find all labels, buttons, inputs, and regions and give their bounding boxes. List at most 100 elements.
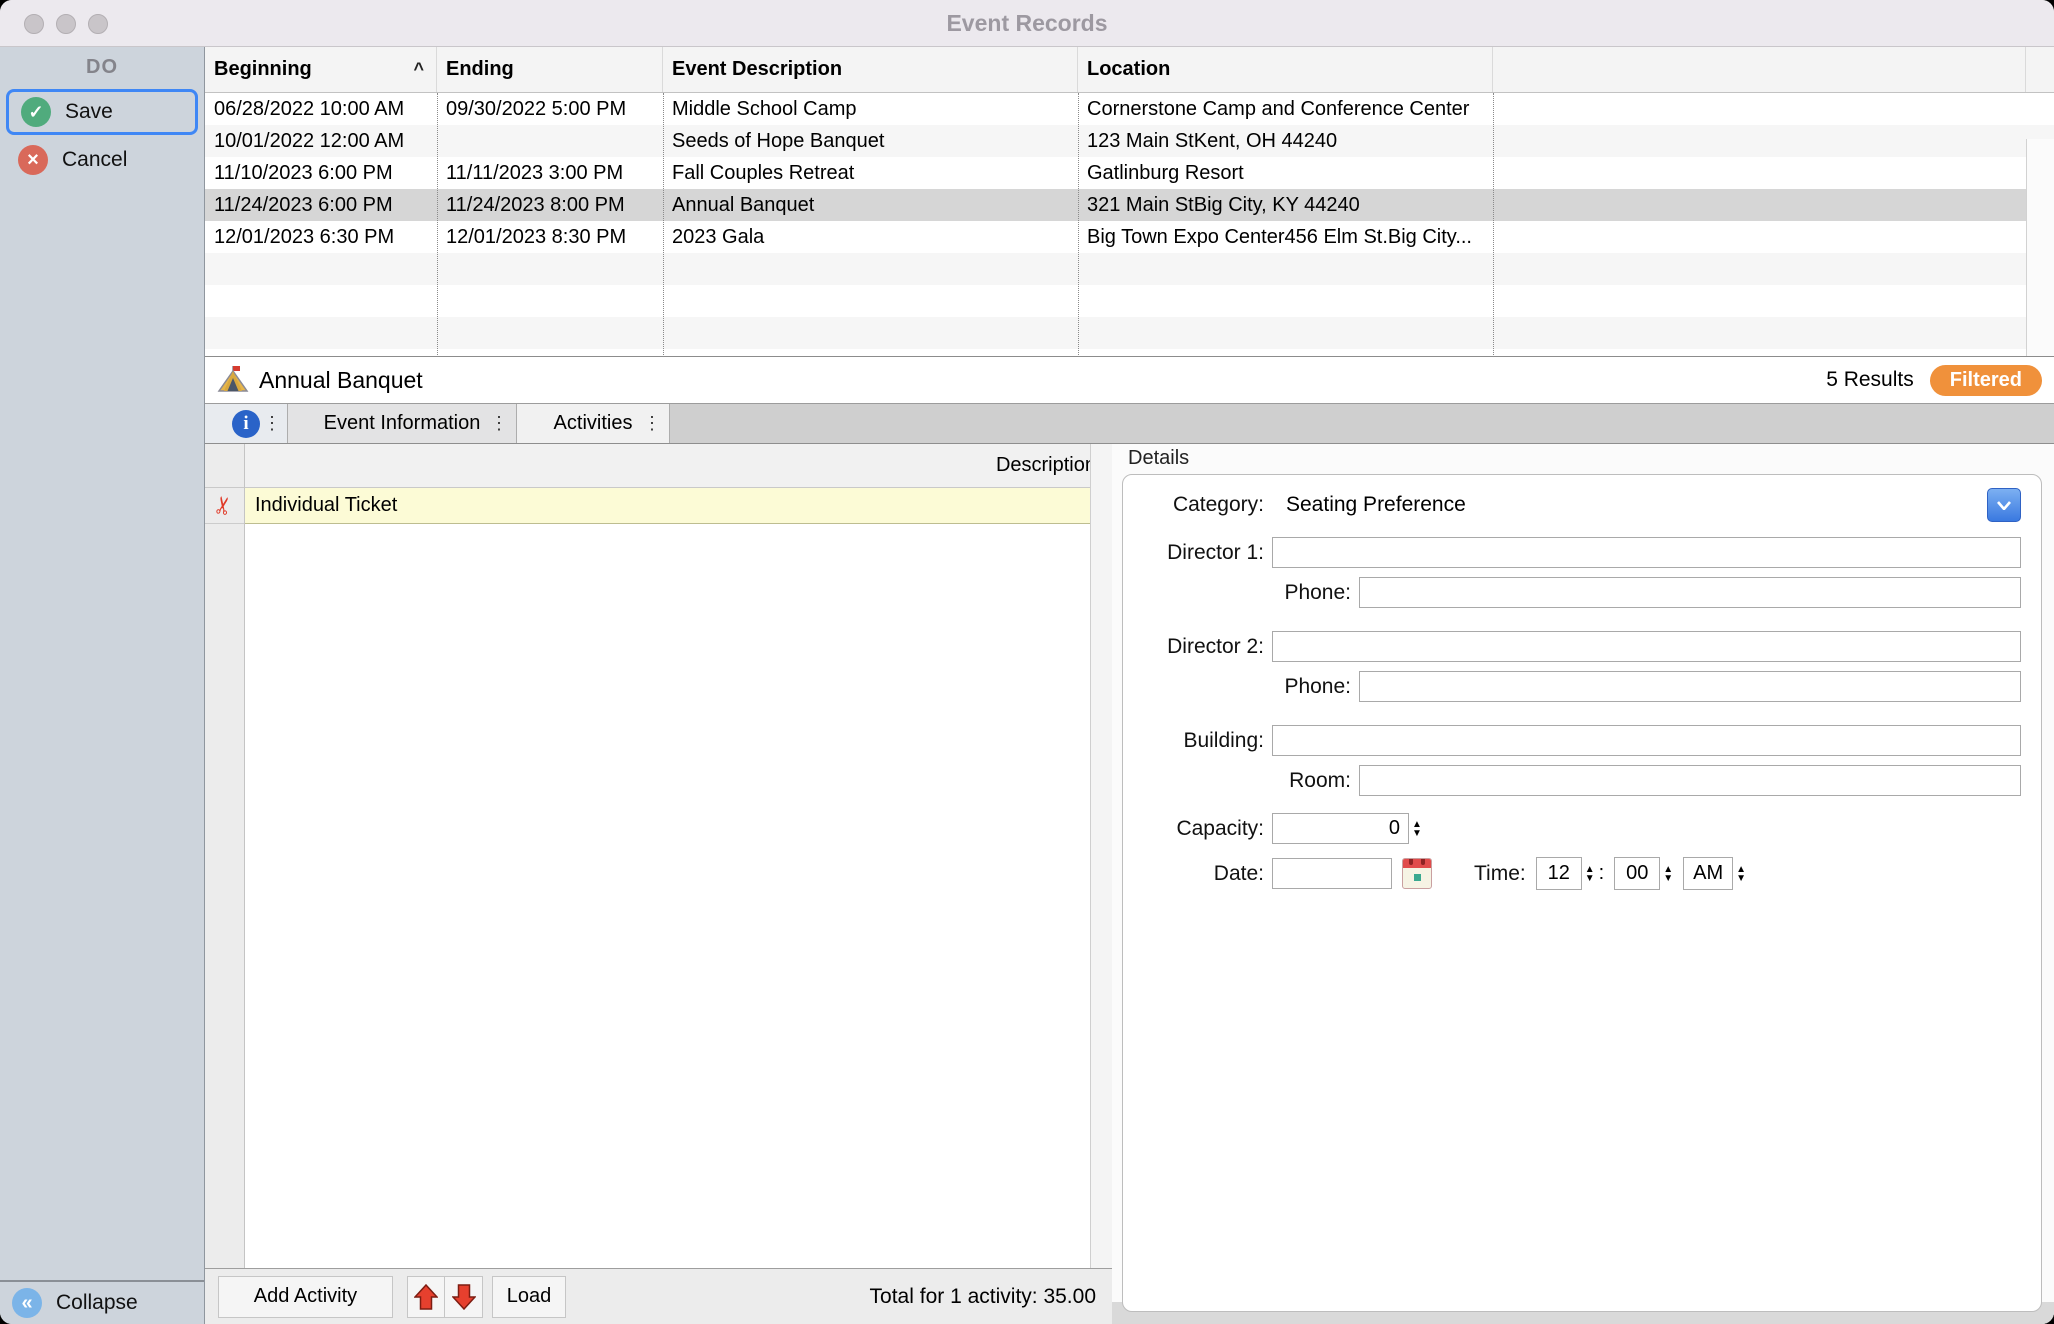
cancel-button-label: Cancel <box>62 148 127 172</box>
save-button-label: Save <box>65 100 113 124</box>
red-arrow-up-icon <box>414 1284 438 1310</box>
table-row[interactable]: 11/10/2023 6:00 PM 11/11/2023 3:00 PM Fa… <box>205 157 2054 189</box>
table-row-selected[interactable]: 11/24/2023 6:00 PM 11/24/2023 8:00 PM An… <box>205 189 2054 221</box>
table-row-empty <box>205 349 2054 357</box>
column-header-location[interactable]: Location <box>1078 47 1493 92</box>
maximize-window-icon[interactable] <box>88 14 108 34</box>
director2-field[interactable] <box>1272 631 2021 662</box>
stepper-down-icon[interactable]: ▼ <box>1585 874 1595 883</box>
date-label: Date: <box>1139 862 1264 886</box>
category-dropdown-button[interactable] <box>1987 488 2021 522</box>
title-bar: Event Records <box>0 0 2054 47</box>
capacity-stepper[interactable]: ▲▼ <box>1412 820 1422 838</box>
activities-footer: Add Activity Load Total for 1 activity: … <box>205 1268 1112 1324</box>
tab-info[interactable]: i ⋮ <box>205 404 288 443</box>
stepper-down-icon[interactable]: ▼ <box>1663 874 1673 883</box>
capacity-field[interactable] <box>1272 813 1409 844</box>
category-value: Seating Preference <box>1286 493 1466 517</box>
load-button[interactable]: Load <box>492 1276 566 1318</box>
stepper-down-icon[interactable]: ▼ <box>1412 829 1422 838</box>
table-row[interactable]: 10/01/2022 12:00 AM Seeds of Hope Banque… <box>205 125 2054 157</box>
calendar-icon-day-dot <box>1414 874 1421 881</box>
activity-list-scrollbar[interactable] <box>1090 444 1112 1268</box>
hour-stepper[interactable]: ▲▼ <box>1585 865 1595 883</box>
move-down-button[interactable] <box>445 1276 483 1318</box>
scissors-icon[interactable]: ✂ <box>208 493 240 518</box>
details-title: Details <box>1128 447 1189 470</box>
meridiem-field[interactable] <box>1683 857 1733 890</box>
tab-event-information[interactable]: Event Information ⋮ <box>288 404 517 443</box>
tab-options-dots-icon[interactable]: ⋮ <box>263 413 281 434</box>
chevron-down-icon <box>1997 501 2011 510</box>
director2-label: Director 2: <box>1139 635 1264 659</box>
column-header-beginning[interactable]: Beginning ^ <box>205 47 437 92</box>
close-window-icon[interactable] <box>24 14 44 34</box>
time-label: Time: <box>1474 862 1526 886</box>
time-separator: : <box>1599 862 1605 885</box>
activities-panel: ✂ Description Individual Ticket Add Acti… <box>205 444 1112 1324</box>
add-activity-button[interactable]: Add Activity <box>218 1276 393 1318</box>
calendar-picker-icon[interactable] <box>1402 858 1432 889</box>
delete-activity-cell[interactable]: ✂ <box>205 488 244 524</box>
move-up-button[interactable] <box>407 1276 445 1318</box>
sidebar-header: DO <box>0 47 204 87</box>
activity-tool-column: ✂ <box>205 444 245 1268</box>
column-header-ending[interactable]: Ending <box>437 47 663 92</box>
building-field[interactable] <box>1272 725 2021 756</box>
room-field[interactable] <box>1359 765 2021 796</box>
table-row-empty <box>205 285 2054 317</box>
category-label: Category: <box>1139 493 1264 517</box>
table-row-empty <box>205 253 2054 285</box>
cancel-button[interactable]: × Cancel <box>6 137 198 183</box>
sort-ascending-icon: ^ <box>413 59 424 80</box>
table-row[interactable]: 12/01/2023 6:30 PM 12/01/2023 8:30 PM 20… <box>205 221 2054 253</box>
x-icon: × <box>18 145 48 175</box>
save-button[interactable]: ✓ Save <box>6 89 198 135</box>
record-title: Annual Banquet <box>259 367 423 394</box>
column-divider <box>1493 93 1494 357</box>
event-table: Beginning ^ Ending Event Description Loc… <box>205 47 2054 357</box>
table-row-empty <box>205 317 2054 349</box>
tab-bar: i ⋮ Event Information ⋮ Activities ⋮ <box>205 404 2054 444</box>
chevrons-left-icon: « <box>12 1288 42 1318</box>
activity-description: Individual Ticket <box>255 494 397 517</box>
details-group-box: Category: Seating Preference Director 1:… <box>1122 474 2042 1312</box>
director1-field[interactable] <box>1272 537 2021 568</box>
meridiem-stepper[interactable]: ▲▼ <box>1736 865 1746 883</box>
collapse-button[interactable]: « Collapse <box>0 1280 204 1324</box>
calendar-icon-peg <box>1421 858 1425 865</box>
activity-list-header: Description <box>245 444 1090 488</box>
tab-activities[interactable]: Activities ⋮ <box>517 404 670 443</box>
description-column-header: Description <box>996 454 1090 477</box>
red-arrow-down-icon <box>452 1284 476 1310</box>
info-icon[interactable]: i <box>232 410 260 438</box>
director2-phone-field[interactable] <box>1359 671 2021 702</box>
stepper-down-icon[interactable]: ▼ <box>1736 874 1746 883</box>
app-window: Event Records DO ✓ Save × Cancel « Colla… <box>0 0 2054 1324</box>
date-field[interactable] <box>1272 858 1392 889</box>
tool-column-header <box>205 444 244 488</box>
minute-field[interactable] <box>1614 857 1660 890</box>
tab-activities-label: Activities <box>554 412 633 435</box>
tab-options-dots-icon[interactable]: ⋮ <box>643 413 661 434</box>
tab-options-dots-icon[interactable]: ⋮ <box>490 413 508 434</box>
window-title: Event Records <box>946 10 1107 37</box>
minimize-window-icon[interactable] <box>56 14 76 34</box>
table-scrollbar[interactable] <box>2026 139 2054 357</box>
calendar-icon-header <box>1403 859 1431 868</box>
check-icon: ✓ <box>21 97 51 127</box>
filtered-badge[interactable]: Filtered <box>1930 365 2042 396</box>
activity-row[interactable]: Individual Ticket <box>245 488 1090 524</box>
hour-field[interactable] <box>1536 857 1582 890</box>
director2-phone-label: Phone: <box>1139 675 1351 699</box>
column-divider <box>1078 93 1079 357</box>
sidebar: DO ✓ Save × Cancel « Collapse <box>0 47 205 1324</box>
table-row[interactable]: 06/28/2022 10:00 AM 09/30/2022 5:00 PM M… <box>205 93 2054 125</box>
activity-list: Description Individual Ticket <box>245 444 1090 1268</box>
minute-stepper[interactable]: ▲▼ <box>1663 865 1673 883</box>
director1-phone-field[interactable] <box>1359 577 2021 608</box>
record-bar: Annual Banquet 5 Results Filtered <box>205 357 2054 404</box>
calendar-icon-peg <box>1409 858 1413 865</box>
column-header-event-description[interactable]: Event Description <box>663 47 1078 92</box>
director1-label: Director 1: <box>1139 541 1264 565</box>
